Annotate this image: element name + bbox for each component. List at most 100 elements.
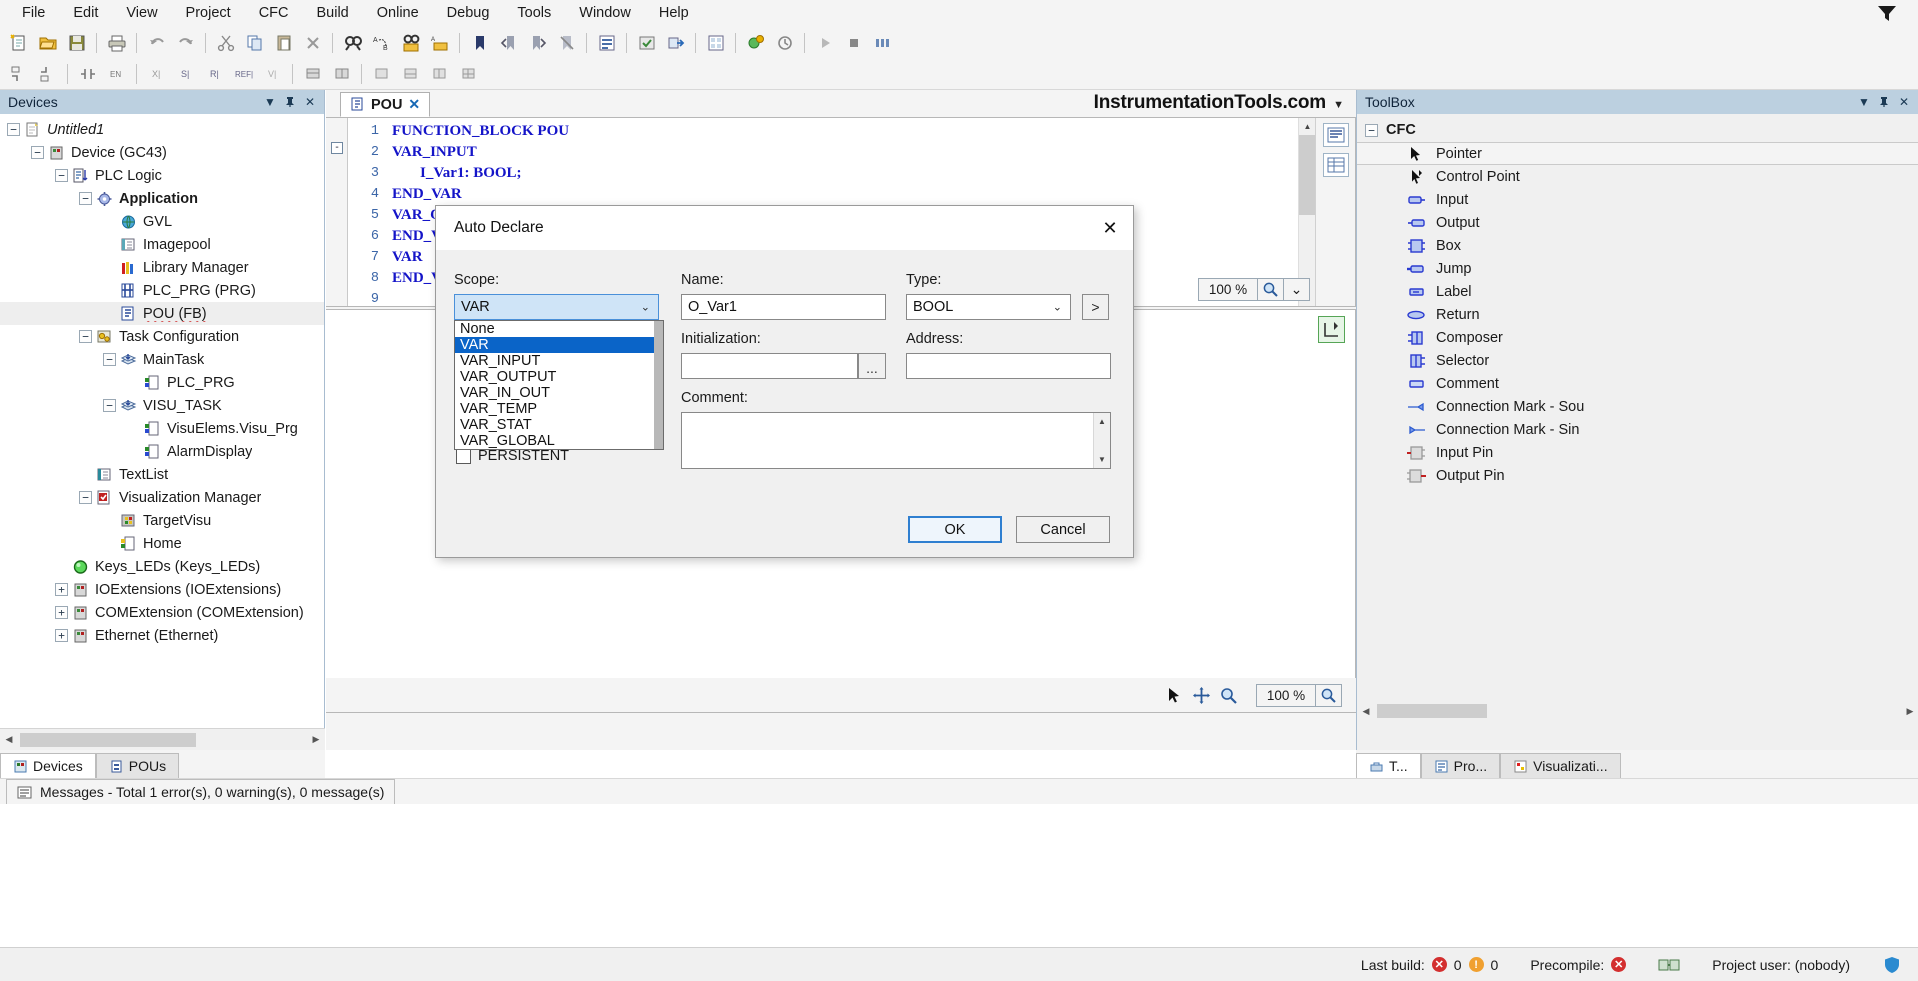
ok-button[interactable]: OK [908,516,1002,543]
toolbox-item-pointer[interactable]: Pointer [1357,142,1918,165]
open-project-icon[interactable] [34,30,61,56]
toolbox-item-output[interactable]: Output [1357,211,1918,234]
tab-pous[interactable]: POUs [95,753,180,778]
new-project-icon[interactable] [5,30,32,56]
scope-option-var_temp[interactable]: VAR_TEMP [455,401,663,417]
negate-icon[interactable]: X| [143,61,170,87]
undo-icon[interactable] [143,30,170,56]
collapse-icon[interactable]: − [103,399,116,412]
reset-icon[interactable]: R| [201,61,228,87]
toolbox-item-jump[interactable]: Jump [1357,257,1918,280]
scroll-down-icon[interactable]: ▼ [1094,451,1110,468]
pointer-icon[interactable] [1161,683,1188,708]
zoom-icon[interactable] [1258,278,1284,301]
tab-visualization[interactable]: Visualizati... [1500,753,1621,778]
scope-option-none[interactable]: None [455,321,663,337]
paste-icon[interactable] [270,30,297,56]
comment-textarea[interactable]: ▲ ▼ [681,412,1111,469]
ref-icon[interactable]: REF| [230,61,257,87]
tree-item-maintask[interactable]: − MainTask [0,348,324,371]
insert-block-4-icon[interactable] [455,61,482,87]
toolbox-item-output-pin[interactable]: Output Pin [1357,464,1918,487]
insert-contact-icon[interactable] [74,61,101,87]
toolbox-item-box[interactable]: Box [1357,234,1918,257]
menu-edit[interactable]: Edit [59,2,112,24]
toolbox-horizontal-scrollbar[interactable]: ◀ ▶ [1357,700,1918,722]
network-below-icon[interactable] [34,61,61,87]
toolbox-item-label[interactable]: Label [1357,280,1918,303]
menu-build[interactable]: Build [303,2,363,24]
connect-tool-icon[interactable] [1318,316,1345,343]
scroll-thumb[interactable] [1299,135,1316,215]
close-icon[interactable]: ✕ [408,96,420,113]
delete-icon[interactable] [299,30,326,56]
tree-item-plc-prg-prg[interactable]: PLC_PRG (PRG) [0,279,324,302]
menu-file[interactable]: File [8,2,59,24]
messages-tab[interactable]: Messages - Total 1 error(s), 0 warning(s… [6,779,396,804]
replace-icon[interactable]: AB [368,30,395,56]
insert-branch-icon[interactable] [299,61,326,87]
pan-icon[interactable] [1188,683,1215,708]
dropdown-scrollbar[interactable] [654,321,663,449]
network-above-icon[interactable] [5,61,32,87]
insert-parallel-icon[interactable] [328,61,355,87]
cfc-zoom-value[interactable]: 100 % [1256,683,1316,707]
code-line[interactable]: FUNCTION_BLOCK POU [392,121,1315,142]
tree-item-visualization-manager[interactable]: − Visualization Manager [0,486,324,509]
insert-block-3-icon[interactable] [426,61,453,87]
expand-icon[interactable]: + [55,583,68,596]
close-icon[interactable]: ✕ [1087,206,1133,250]
scroll-left-icon[interactable]: ◀ [1357,701,1375,721]
collapse-icon[interactable]: − [79,491,92,504]
tree-item-application[interactable]: − Application [0,187,324,210]
expand-icon[interactable]: + [55,606,68,619]
address-input[interactable] [906,353,1111,379]
tree-item-targetvisu[interactable]: TargetVisu [0,509,324,532]
stop-icon[interactable] [840,30,867,56]
type-browse-button[interactable]: > [1082,294,1109,320]
tree-item-imagepool[interactable]: Imagepool [0,233,324,256]
flag-persistent[interactable]: PERSISTENT [456,448,569,464]
toolbox-item-comment[interactable]: Comment [1357,372,1918,395]
zoom-icon[interactable] [1215,683,1242,708]
save-icon[interactable] [63,30,90,56]
scope-option-var_stat[interactable]: VAR_STAT [455,417,663,433]
scope-combobox[interactable]: VAR ⌄ [454,294,659,320]
set-icon[interactable]: S| [172,61,199,87]
scope-dropdown-list[interactable]: None VAR VAR_INPUT VAR_OUTPUT VAR_IN_OUT VAR_… [454,320,664,450]
cancel-button[interactable]: Cancel [1016,516,1110,543]
scroll-track[interactable] [1375,704,1901,718]
menu-online[interactable]: Online [363,2,433,24]
cfc-zoom-icon[interactable] [1316,683,1342,707]
scroll-right-icon[interactable]: ▶ [307,730,325,750]
tree-item-comextension-comextension[interactable]: + COMExtension (COMExtension) [0,601,324,624]
collapse-icon[interactable]: − [7,123,20,136]
scope-option-var_input[interactable]: VAR_INPUT [455,353,663,369]
scope-option-var[interactable]: VAR [455,337,663,353]
tree-item-keys-leds-keys-leds[interactable]: Keys_LEDs (Keys_LEDs) [0,555,324,578]
build-icon[interactable] [633,30,660,56]
insert-block-2-icon[interactable] [397,61,424,87]
scroll-left-icon[interactable]: ◀ [0,730,18,750]
toolbox-item-input-pin[interactable]: Input Pin [1357,441,1918,464]
tree-item-gvl[interactable]: GVL [0,210,324,233]
collapse-icon[interactable]: − [79,192,92,205]
close-icon[interactable]: ✕ [1894,92,1914,112]
tree-item-task-configuration[interactable]: − Task Configuration [0,325,324,348]
scroll-up-icon[interactable]: ▲ [1299,118,1316,135]
checkbox[interactable] [456,448,471,464]
tab-devices[interactable]: Devices [0,753,96,778]
next-bookmark-icon[interactable] [524,30,551,56]
toolbox-item-connection-mark-sin[interactable]: Connection Mark - Sin [1357,418,1918,441]
chevron-down-icon[interactable]: ▼ [1333,99,1344,111]
tab-toolbox[interactable]: T... [1356,753,1421,778]
bookmark-icon[interactable] [466,30,493,56]
tree-item-textlist[interactable]: TextList [0,463,324,486]
initialization-browse-button[interactable]: ... [858,353,886,379]
menu-help[interactable]: Help [645,2,703,24]
find-icon[interactable] [339,30,366,56]
menu-debug[interactable]: Debug [433,2,504,24]
insert-block-1-icon[interactable] [368,61,395,87]
code-line[interactable]: I_Var1: BOOL; [392,163,1315,184]
menu-project[interactable]: Project [172,2,245,24]
